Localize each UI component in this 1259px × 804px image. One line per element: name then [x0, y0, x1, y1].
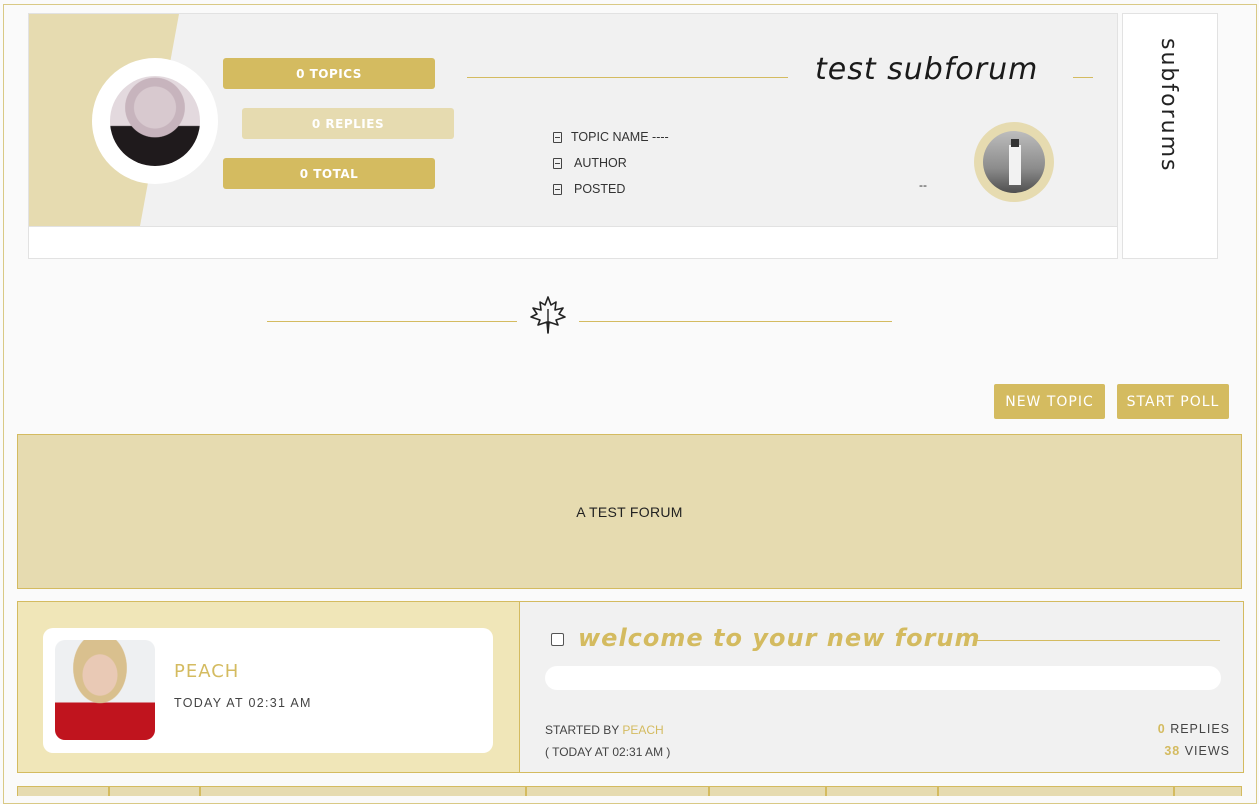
subforum-title-link[interactable]: test subforum: [815, 52, 1038, 87]
topic-replies-stat: 0 REPLIES: [1158, 722, 1230, 736]
topic-views-label: VIEWS: [1180, 744, 1230, 758]
divider-rule-right: [579, 321, 892, 322]
title-rule-right: [1073, 77, 1093, 78]
last-poster-avatar[interactable]: [974, 122, 1054, 202]
subforum-avatar: [92, 58, 218, 184]
maple-leaf-icon: [530, 296, 566, 334]
document-icon: [553, 183, 562, 195]
author-card: PEACH TODAY AT 02:31 AM: [43, 628, 493, 753]
started-by-label: STARTED BY: [545, 723, 623, 737]
topic-replies-label: REPLIES: [1165, 722, 1230, 736]
last-post-topic-row[interactable]: TOPIC NAME ----: [553, 124, 669, 150]
topic-views-stat: 38 VIEWS: [1164, 744, 1230, 758]
last-post-author-row[interactable]: AUTHOR: [553, 150, 669, 176]
header-cell: [200, 786, 526, 796]
subforum-avatar-image: [110, 76, 200, 166]
subforums-label: subforums: [1156, 38, 1181, 173]
topic-started-time: ( TODAY AT 02:31 AM ): [545, 745, 671, 759]
topic-views-count: 38: [1164, 744, 1181, 758]
title-rule-left: [467, 77, 788, 78]
forum-description-banner: A TEST FORUM: [17, 434, 1242, 589]
topic-replies-count: 0: [1157, 722, 1166, 736]
topic-author-panel: PEACH TODAY AT 02:31 AM: [18, 602, 520, 772]
last-post-author: AUTHOR: [574, 156, 627, 170]
header-cell: [709, 786, 826, 796]
topics-count-badge: 0 TOPICS: [223, 58, 435, 89]
last-post-posted: POSTED: [574, 182, 626, 196]
document-icon: [553, 131, 562, 143]
last-post-date: --: [919, 178, 927, 192]
header-cell: [826, 786, 938, 796]
topic-started-by: STARTED BY PEACH: [545, 723, 664, 737]
topic-title-rule: [977, 640, 1220, 641]
header-cell: [526, 786, 709, 796]
header-cell: [938, 786, 1174, 796]
author-avatar[interactable]: [55, 640, 155, 740]
subforum-card[interactable]: 0 TOPICS 0 REPLIES 0 TOTAL test subforum…: [28, 13, 1118, 259]
last-post-posted-row: POSTED: [553, 176, 669, 202]
last-post-info: TOPIC NAME ---- AUTHOR POSTED: [553, 124, 669, 202]
header-cell: [1174, 786, 1242, 796]
total-count-badge: 0 TOTAL: [223, 158, 435, 189]
header-cell: [109, 786, 200, 796]
topic-select-checkbox[interactable]: [551, 633, 564, 646]
subforum-card-body: 0 TOPICS 0 REPLIES 0 TOTAL test subforum…: [29, 14, 1117, 227]
divider-rule-left: [267, 321, 517, 322]
last-poster-avatar-image: [983, 131, 1045, 193]
new-topic-button[interactable]: NEW TOPIC: [994, 384, 1105, 419]
header-cell: [17, 786, 109, 796]
replies-count-badge: 0 REPLIES: [242, 108, 454, 139]
last-post-topic-name: TOPIC NAME ----: [571, 130, 669, 144]
subforums-panel[interactable]: subforums: [1122, 13, 1218, 259]
next-table-header: [17, 786, 1242, 796]
author-name-link[interactable]: PEACH: [174, 661, 239, 682]
author-post-time: TODAY AT 02:31 AM: [174, 696, 312, 710]
topic-row: PEACH TODAY AT 02:31 AM welcome to your …: [17, 601, 1244, 773]
started-by-author-link[interactable]: PEACH: [622, 723, 663, 737]
topic-description-bar: [545, 666, 1221, 690]
topic-title-link[interactable]: welcome to your new forum: [578, 624, 981, 652]
document-icon: [553, 157, 562, 169]
start-poll-button[interactable]: START POLL: [1117, 384, 1229, 419]
forum-description: A TEST FORUM: [576, 503, 683, 520]
